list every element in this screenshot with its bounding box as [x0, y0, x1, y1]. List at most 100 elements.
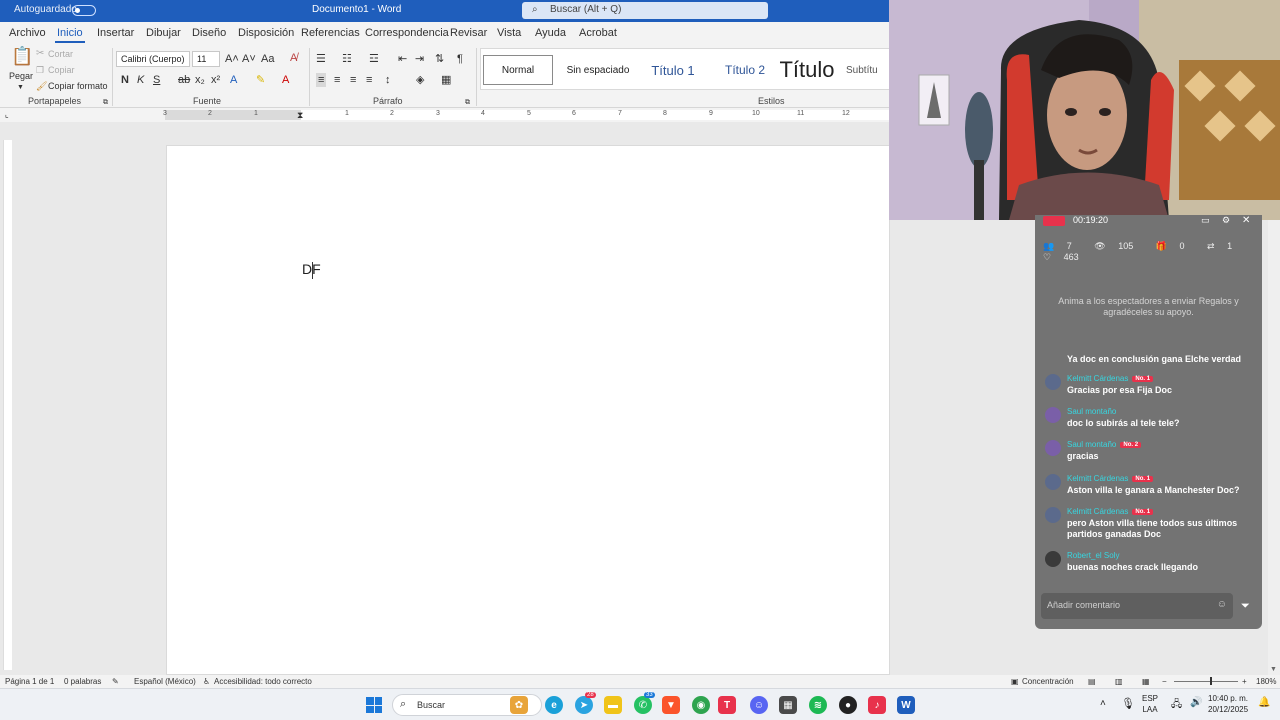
microphone-icon[interactable]: 🎙	[1121, 697, 1135, 710]
autosave-toggle[interactable]	[72, 5, 96, 16]
avatar[interactable]	[1045, 507, 1061, 523]
read-mode-icon[interactable]: ▤	[1088, 677, 1096, 686]
windows-start-icon[interactable]	[366, 697, 382, 713]
search-box[interactable]: ⌕ Buscar (Alt + Q)	[522, 2, 768, 19]
scissors-icon[interactable]: ✂	[36, 47, 44, 61]
word-icon[interactable]: W	[897, 696, 915, 714]
tiktok-icon[interactable]: ♪	[868, 696, 886, 714]
underline-button[interactable]: S	[153, 73, 160, 87]
clock[interactable]: 10:40 p. m. 20/12/2025	[1208, 693, 1248, 715]
sort-icon[interactable]: ⇅	[435, 52, 444, 66]
brave-icon[interactable]: ▼	[662, 696, 680, 714]
avatar[interactable]	[1045, 551, 1061, 567]
minimize-icon[interactable]: ▭	[1201, 215, 1210, 226]
zoom-slider-thumb[interactable]	[1210, 677, 1212, 685]
multilevel-list-icon[interactable]: ☲	[369, 52, 379, 66]
tab-archivo[interactable]: Archivo	[9, 27, 46, 39]
increase-indent-icon[interactable]: ⇥	[415, 52, 424, 66]
tab-selector-icon[interactable]: ⌞	[5, 108, 9, 122]
discord-icon[interactable]: ☺	[750, 696, 768, 714]
tab-inicio[interactable]: Inicio	[55, 27, 85, 43]
emoji-icon[interactable]: ☺	[1217, 599, 1227, 610]
avatar[interactable]	[1045, 474, 1061, 490]
chat-username[interactable]: Saul montaño	[1067, 407, 1116, 416]
whatsapp-icon[interactable]: ✆	[634, 696, 652, 714]
focus-mode-button[interactable]: Concentración	[1022, 677, 1074, 686]
vertical-scrollbar[interactable]: ▼	[1268, 220, 1280, 675]
font-size-select[interactable]: 11	[192, 51, 220, 67]
copy-button[interactable]: Copiar	[48, 65, 75, 75]
font-color-icon[interactable]: A	[282, 73, 289, 87]
grow-font-icon[interactable]: A˄	[225, 52, 239, 66]
file-explorer-icon[interactable]: ▬	[604, 696, 622, 714]
tab-disposicion[interactable]: Disposición	[238, 27, 294, 39]
font-family-select[interactable]: Calibri (Cuerpo)	[116, 51, 190, 67]
superscript-icon[interactable]: x²	[211, 73, 220, 87]
align-center-icon[interactable]: ≡	[334, 73, 340, 87]
tab-correspondencia[interactable]: Correspondencia	[365, 27, 449, 39]
close-icon[interactable]: ✕	[1242, 215, 1250, 226]
obs-icon[interactable]: ●	[839, 696, 857, 714]
tab-acrobat[interactable]: Acrobat	[579, 27, 617, 39]
text-effects-icon[interactable]: A	[230, 73, 237, 87]
tab-diseno[interactable]: Diseño	[192, 27, 226, 39]
document-page[interactable]: DF	[166, 145, 890, 675]
shrink-font-icon[interactable]: A˅	[242, 52, 256, 66]
word-count[interactable]: 0 palabras	[64, 677, 101, 686]
clipboard-icon[interactable]: 📋	[11, 47, 33, 65]
volume-icon[interactable]: 🔊	[1190, 697, 1202, 708]
tab-vista[interactable]: Vista	[497, 27, 521, 39]
spotify-icon[interactable]: ≋	[809, 696, 827, 714]
language-indicator[interactable]: Español (México)	[134, 677, 196, 686]
align-right-icon[interactable]: ≡	[350, 73, 356, 87]
highlight-icon[interactable]: ✎	[256, 73, 265, 87]
italic-button[interactable]: K	[137, 73, 144, 87]
zoom-out-icon[interactable]: −	[1162, 677, 1167, 686]
clear-formatting-icon[interactable]: A̸	[290, 51, 297, 65]
paste-button[interactable]: Pegar	[9, 71, 33, 81]
language-switcher[interactable]: ESP LAA	[1142, 693, 1158, 715]
style-subtitle[interactable]: Subtítu	[846, 55, 891, 85]
zoom-slider[interactable]	[1174, 681, 1238, 682]
avatar[interactable]	[1045, 374, 1061, 390]
tab-revisar[interactable]: Revisar	[450, 27, 487, 39]
chat-username[interactable]: Saul montaño No. 2	[1067, 440, 1142, 449]
tab-referencias[interactable]: Referencias	[301, 27, 360, 39]
settings-icon[interactable]: ⚙	[1222, 215, 1230, 226]
widgets-icon[interactable]: ✿	[510, 696, 528, 714]
style-no-spacing[interactable]: Sin espaciado	[559, 55, 637, 85]
change-case-icon[interactable]: Aa	[261, 52, 274, 66]
tab-ayuda[interactable]: Ayuda	[535, 27, 566, 39]
accessibility-icon[interactable]: ♿	[203, 677, 210, 686]
focus-icon[interactable]: ▣	[1011, 677, 1019, 686]
scroll-down-icon[interactable]: ▼	[1270, 666, 1277, 673]
page-count[interactable]: Página 1 de 1	[5, 677, 54, 686]
format-painter-icon[interactable]: 🖌	[36, 79, 47, 93]
chat-username[interactable]: Kelmitt Cárdenas No. 1	[1067, 507, 1154, 516]
zoom-level[interactable]: 180%	[1256, 677, 1276, 686]
strikethrough-icon[interactable]: ab	[178, 73, 190, 87]
style-normal[interactable]: Normal	[483, 55, 553, 85]
web-layout-icon[interactable]: ▦	[1142, 677, 1150, 686]
chat-username[interactable]: Robert_el Soly	[1067, 551, 1119, 560]
shading-icon[interactable]: ◈	[416, 73, 424, 87]
zoom-in-icon[interactable]: +	[1242, 677, 1247, 686]
app-t-icon[interactable]: T	[718, 696, 736, 714]
cut-button[interactable]: Cortar	[48, 49, 73, 59]
bold-button[interactable]: N	[121, 73, 129, 87]
line-spacing-icon[interactable]: ↕	[385, 73, 391, 87]
edge-icon[interactable]: e	[545, 696, 563, 714]
filter-icon[interactable]: ⏷	[1241, 600, 1250, 613]
justify-icon[interactable]: ≡	[366, 73, 372, 87]
copy-icon[interactable]: ❐	[36, 63, 44, 77]
borders-icon[interactable]: ▦	[441, 73, 451, 87]
show-marks-icon[interactable]: ¶	[457, 52, 463, 66]
chat-username[interactable]: Kelmitt Cárdenas No. 1	[1067, 474, 1154, 483]
decrease-indent-icon[interactable]: ⇤	[398, 52, 407, 66]
network-icon[interactable]: 🖧	[1171, 697, 1182, 714]
tab-insertar[interactable]: Insertar	[97, 27, 134, 39]
telegram-icon[interactable]: ➤	[575, 696, 593, 714]
proofing-icon[interactable]: ✎	[112, 677, 119, 686]
indent-marker-icon[interactable]: ⧗	[297, 108, 303, 122]
chrome-icon[interactable]: ◉	[692, 696, 710, 714]
